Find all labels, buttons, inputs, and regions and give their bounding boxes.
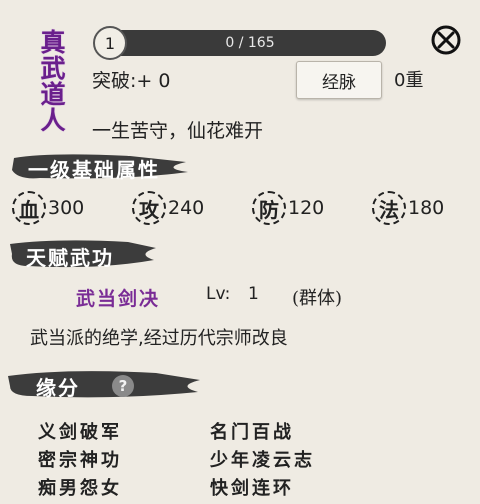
section-title: 缘分 — [36, 376, 80, 400]
section-title: 天赋武功 — [26, 246, 114, 270]
name-char: 真 — [40, 28, 66, 57]
exp-text: 0 / 165 — [225, 35, 275, 51]
close-icon — [431, 25, 461, 55]
base-attrs-header: 一级基础属性 — [10, 150, 190, 184]
fate-item: 名门百战 — [210, 422, 294, 443]
fate-item: 密宗神功 — [38, 450, 122, 471]
level-badge: 1 — [93, 26, 127, 60]
fate-header: 缘分 — [6, 368, 202, 402]
attr-attack: 攻 240 — [132, 191, 204, 225]
fate-item: 义剑破军 — [38, 422, 122, 443]
help-icon[interactable]: ? — [112, 375, 134, 397]
magic-icon: 法 — [372, 191, 406, 225]
meridian-button[interactable]: 经脉 — [296, 61, 382, 99]
name-char: 武 — [40, 54, 66, 83]
skill-name: 武当剑决 — [76, 288, 161, 310]
skill-description: 武当派的绝学,经过历代宗师改良 — [30, 328, 288, 349]
motto: 一生苦守，仙花难开 — [92, 120, 264, 142]
attr-value: 120 — [288, 197, 325, 219]
name-char: 道 — [40, 80, 66, 109]
section-title: 一级基础属性 — [28, 158, 160, 182]
name-char: 人 — [40, 106, 66, 135]
meridian-layers: 0重 — [394, 70, 424, 91]
fate-item: 痴男怨女 — [38, 478, 122, 499]
hp-icon: 血 — [12, 191, 46, 225]
character-name: 真 武 道 人 — [38, 30, 68, 134]
talent-skill-header: 天赋武功 — [8, 238, 158, 272]
attr-magic: 法 180 — [372, 191, 444, 225]
breakthrough-value: + 0 — [136, 70, 171, 92]
breakthrough-label: 突破: — [92, 70, 137, 92]
skill-level-value: 1 — [248, 284, 259, 304]
attr-hp: 血 300 — [12, 191, 84, 225]
defense-icon: 防 — [252, 191, 286, 225]
attr-value: 240 — [168, 197, 205, 219]
attr-defense: 防 120 — [252, 191, 324, 225]
close-button[interactable] — [430, 24, 462, 56]
fate-item: 快剑连环 — [210, 478, 294, 499]
attack-icon: 攻 — [132, 191, 166, 225]
attr-value: 300 — [48, 197, 85, 219]
breakthrough: 突破:+ 0 — [92, 66, 170, 93]
skill-level-label: Lv: — [206, 284, 231, 304]
skill-type: (群体) — [292, 288, 343, 309]
attr-value: 180 — [408, 197, 445, 219]
fate-item: 少年凌云志 — [210, 450, 315, 471]
